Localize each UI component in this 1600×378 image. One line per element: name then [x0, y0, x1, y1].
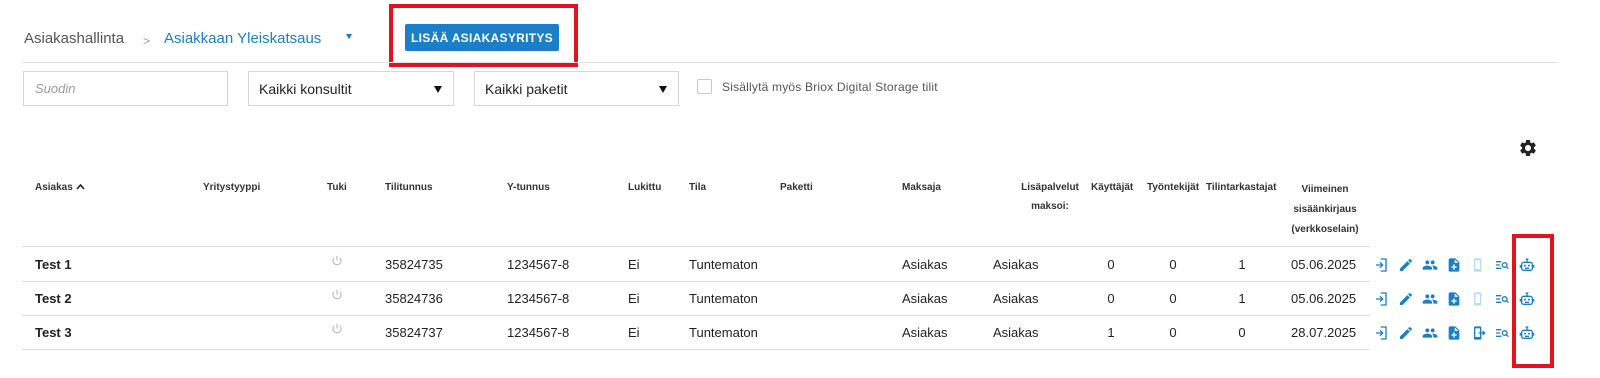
dropdown-arrow-icon [434, 86, 442, 93]
add-document-icon[interactable] [1446, 291, 1462, 307]
cell-last-login: 05.06.2025 [1291, 291, 1357, 306]
filter-input[interactable] [23, 71, 228, 106]
mobile-logout-icon[interactable] [1470, 257, 1486, 273]
col-maksaja[interactable]: Maksaja [902, 180, 941, 196]
cell-account: 35824735 [385, 257, 443, 272]
col-tilitunnus[interactable]: Tilitunnus [385, 180, 433, 196]
cell-locked: Ei [628, 257, 640, 272]
col-asiakas-label: Asiakas [35, 182, 73, 193]
cell-account: 35824736 [385, 291, 443, 306]
cell-business-id: 1234567-8 [507, 257, 570, 272]
login-icon[interactable] [1374, 291, 1390, 307]
search-list-icon[interactable] [1494, 291, 1510, 307]
highlight-robot-icons [1512, 234, 1554, 368]
breadcrumb-dropdown-caret-icon[interactable] [346, 34, 352, 39]
include-storage-checkbox[interactable] [697, 79, 712, 94]
cell-business-id: 1234567-8 [507, 325, 570, 340]
cell-account: 35824737 [385, 325, 443, 340]
packet-select-value: Kaikki paketit [485, 80, 568, 97]
cell-payer: Asiakas [902, 291, 948, 306]
cell-name[interactable]: Test 1 [35, 257, 72, 273]
divider [22, 62, 1558, 63]
col-kayttajat[interactable]: Käyttäjät [1091, 180, 1133, 196]
cell-employees: 0 [1169, 257, 1177, 272]
col-asiakas[interactable]: Asiakas [35, 180, 85, 196]
power-icon[interactable] [330, 288, 344, 302]
table-row: Test 2 35824736 1234567-8 Ei Tuntematon Asiak… [22, 282, 1535, 316]
users-icon[interactable] [1422, 291, 1438, 307]
col-lisapalvelut[interactable]: Lisäpalvelut maksoi: [1005, 180, 1095, 218]
cell-last-login: 05.06.2025 [1291, 257, 1357, 272]
cell-last-login: 28.07.2025 [1291, 325, 1357, 340]
cell-name[interactable]: Test 3 [35, 325, 72, 341]
cell-business-id: 1234567-8 [507, 291, 570, 306]
col-lukittu[interactable]: Lukittu [628, 180, 661, 196]
col-ytunnus[interactable]: Y-tunnus [507, 180, 550, 196]
edit-icon[interactable] [1398, 325, 1414, 341]
login-icon[interactable] [1374, 257, 1390, 273]
breadcrumb-current[interactable]: Asiakkaan Yleiskatsaus [164, 30, 321, 48]
search-list-icon[interactable] [1494, 325, 1510, 341]
col-viimeinen-line3: (verkkoselain) [1291, 224, 1359, 235]
power-icon[interactable] [330, 322, 344, 336]
col-paketti[interactable]: Paketti [780, 180, 813, 196]
gear-icon[interactable] [1518, 138, 1538, 158]
col-lisapalvelut-line2: maksoi: [1031, 201, 1069, 212]
mobile-logout-icon[interactable] [1470, 291, 1486, 307]
include-storage-option[interactable]: Sisällytä myös Briox Digital Storage til… [697, 79, 938, 94]
edit-icon[interactable] [1398, 257, 1414, 273]
highlight-add-customer [389, 4, 578, 67]
table-row: Test 3 35824737 1234567-8 Ei Tuntematon Asiak… [22, 316, 1535, 350]
add-document-icon[interactable] [1446, 257, 1462, 273]
add-document-icon[interactable] [1446, 325, 1462, 341]
users-icon[interactable] [1422, 325, 1438, 341]
cell-status: Tuntematon [689, 291, 758, 306]
cell-addons-paid-by: Asiakas [993, 257, 1039, 272]
col-viimeinen-line2: sisäänkirjaus [1293, 204, 1357, 215]
cell-locked: Ei [628, 325, 640, 340]
edit-icon[interactable] [1398, 291, 1414, 307]
col-tilintarkastajat[interactable]: Tilintarkastajat [1206, 180, 1276, 196]
cell-auditors: 0 [1238, 325, 1246, 340]
dropdown-arrow-icon [659, 86, 667, 93]
cell-users: 1 [1107, 325, 1115, 340]
cell-addons-paid-by: Asiakas [993, 291, 1039, 306]
search-list-icon[interactable] [1494, 257, 1510, 273]
breadcrumb-separator: > [143, 34, 151, 48]
consultant-select-value: Kaikki konsultit [259, 80, 352, 97]
cell-auditors: 1 [1238, 257, 1246, 272]
col-viimeinen-line1: Viimeinen [1301, 184, 1349, 195]
breadcrumb-root[interactable]: Asiakashallinta [24, 30, 124, 48]
col-viimeinen[interactable]: Viimeinen sisäänkirjaus (verkkoselain) [1285, 180, 1365, 240]
col-tyontekijat[interactable]: Työntekijät [1147, 180, 1199, 196]
packet-select[interactable]: Kaikki paketit [474, 71, 679, 106]
cell-users: 0 [1107, 257, 1115, 272]
cell-employees: 0 [1169, 291, 1177, 306]
cell-users: 0 [1107, 291, 1115, 306]
cell-status: Tuntematon [689, 257, 758, 272]
consultant-select[interactable]: Kaikki konsultit [248, 71, 454, 106]
cell-auditors: 1 [1238, 291, 1246, 306]
cell-locked: Ei [628, 291, 640, 306]
cell-payer: Asiakas [902, 257, 948, 272]
table-row: Test 1 35824735 1234567-8 Ei Tuntematon Asiak… [22, 248, 1535, 282]
users-icon[interactable] [1422, 257, 1438, 273]
top-bar: Asiakashallinta > Asiakkaan Yleiskatsaus… [0, 0, 1600, 62]
power-icon[interactable] [330, 254, 344, 268]
row-divider [22, 349, 1370, 350]
sort-ascending-icon [75, 183, 85, 190]
login-icon[interactable] [1374, 325, 1390, 341]
col-tuki[interactable]: Tuki [327, 180, 347, 196]
cell-status: Tuntematon [689, 325, 758, 340]
cell-addons-paid-by: Asiakas [993, 325, 1039, 340]
col-lisapalvelut-line1: Lisäpalvelut [1021, 182, 1079, 193]
cell-employees: 0 [1169, 325, 1177, 340]
include-storage-label: Sisällytä myös Briox Digital Storage til… [722, 79, 938, 94]
col-yritystyyppi[interactable]: Yritystyyppi [203, 180, 260, 196]
cell-payer: Asiakas [902, 325, 948, 340]
col-tila[interactable]: Tila [689, 180, 706, 196]
mobile-logout-icon[interactable] [1470, 325, 1486, 341]
cell-name[interactable]: Test 2 [35, 291, 72, 307]
table-divider [22, 246, 1370, 247]
